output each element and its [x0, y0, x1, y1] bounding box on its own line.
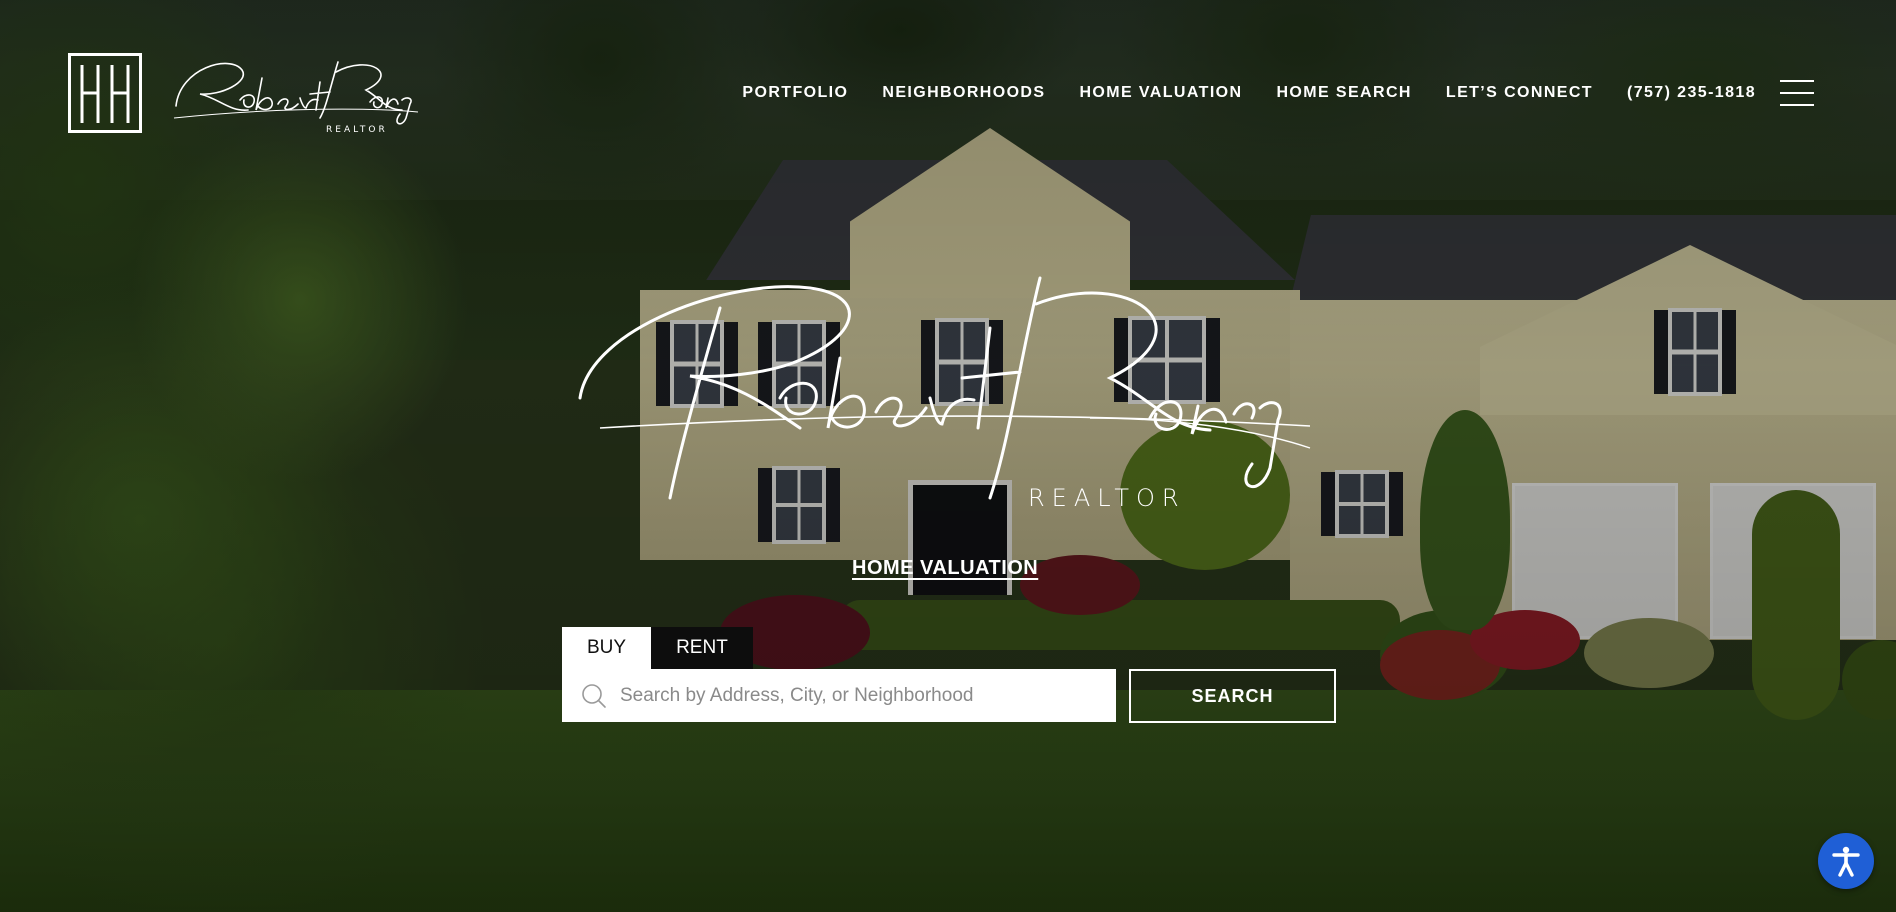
accessibility-icon [1832, 846, 1860, 877]
hero-logo-sub: REALTOR [1028, 484, 1186, 512]
nav-item-home-valuation[interactable]: HOME VALUATION [1079, 84, 1242, 102]
search-button[interactable]: SEARCH [1129, 669, 1336, 723]
home-page: REALTOR PORTFOLIO NEIGHBORHOODS HOME VAL… [0, 0, 1896, 912]
hero-script-logo [578, 276, 1311, 500]
nav-item-lets-connect[interactable]: LET’S CONNECT [1446, 84, 1593, 102]
hamburger-menu-icon[interactable] [1780, 80, 1814, 106]
script-logo[interactable]: REALTOR [170, 48, 420, 138]
search-tabs: BUY RENT [562, 627, 753, 669]
search-input[interactable] [618, 683, 1102, 708]
tab-rent[interactable]: RENT [651, 627, 753, 669]
nav-item-portfolio[interactable]: PORTFOLIO [742, 84, 848, 102]
main-nav: PORTFOLIO NEIGHBORHOODS HOME VALUATION H… [742, 84, 1756, 102]
script-logo-sub: REALTOR [326, 125, 388, 135]
nav-item-phone[interactable]: (757) 235-1818 [1627, 84, 1756, 102]
monogram-logo-icon[interactable] [68, 53, 142, 133]
search-box [562, 669, 1116, 722]
tab-buy[interactable]: BUY [562, 627, 652, 669]
accessibility-button[interactable] [1818, 833, 1874, 889]
nav-item-neighborhoods[interactable]: NEIGHBORHOODS [882, 84, 1045, 102]
site-header: REALTOR PORTFOLIO NEIGHBORHOODS HOME VAL… [0, 0, 1896, 190]
nav-item-home-search[interactable]: HOME SEARCH [1276, 84, 1411, 102]
home-valuation-link[interactable]: HOME VALUATION [852, 557, 1038, 580]
search-icon [582, 683, 606, 708]
